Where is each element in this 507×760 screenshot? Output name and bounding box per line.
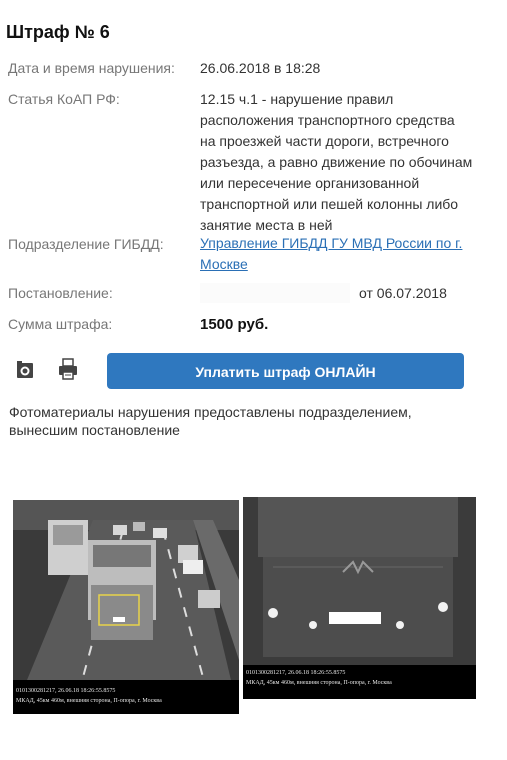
photos-note-line1: Фотоматериалы нарушения предоставлены по…: [9, 404, 412, 420]
camera-icon[interactable]: [14, 359, 36, 381]
photo2-caption-line2: МКАД, 45км 460м, внешняя сторона, П-опор…: [246, 680, 392, 686]
article-line: на проезжей части дороги, встречного: [200, 133, 449, 149]
article-value: 12.15 ч.1 - нарушение правил расположени…: [200, 89, 475, 236]
article-line: 12.15 ч.1 - нарушение правил: [200, 91, 394, 107]
amount-label: Сумма штрафа:: [8, 316, 113, 332]
photo-caption-line2: МКАД, 45км 460м, внешняя сторона, П-опор…: [16, 698, 162, 704]
article-line: или пересечение организованной: [200, 175, 420, 191]
license-plate-redacted: [329, 612, 381, 624]
article-label: Статья КоАП РФ:: [8, 91, 120, 107]
photos-note-line2: вынесшим постановление: [9, 422, 180, 438]
division-link-line2[interactable]: Москве: [200, 254, 465, 275]
resolution-date: от 06.07.2018: [359, 285, 447, 301]
article-line: расположения транспортного средства: [200, 112, 455, 128]
photo2-caption-line1: 0101300281217, 26.06.18 18:26:55.8575: [246, 670, 346, 676]
photo-caption-line1: 0101300281217, 26.06.18 18:26:55.8575: [16, 688, 116, 694]
datetime-label: Дата и время нарушения:: [8, 60, 175, 76]
division-link-line1[interactable]: Управление ГИБДД ГУ МВД России по г.: [200, 233, 465, 254]
article-line: разъезда, а равно движение по обочинам: [200, 154, 473, 170]
resolution-number-redacted: [200, 283, 350, 303]
division-link[interactable]: Управление ГИБДД ГУ МВД России по г. Мос…: [200, 233, 465, 275]
overview-photo-image: [13, 500, 239, 714]
violation-photo-overview[interactable]: 0101300281217, 26.06.18 18:26:55.8575 МК…: [13, 500, 239, 714]
datetime-value: 26.06.2018 в 18:28: [200, 60, 321, 76]
violation-photo-closeup[interactable]: 0101300281217, 26.06.18 18:26:55.8575 МК…: [243, 497, 476, 699]
photos-note: Фотоматериалы нарушения предоставлены по…: [9, 403, 449, 439]
amount-value: 1500 руб.: [200, 316, 269, 333]
article-line: транспортной или пешей колонны либо: [200, 196, 459, 212]
pay-online-button[interactable]: Уплатить штраф ОНЛАЙН: [107, 353, 464, 389]
resolution-label: Постановление:: [8, 285, 113, 301]
printer-icon[interactable]: [57, 358, 79, 380]
division-label: Подразделение ГИБДД:: [8, 236, 164, 252]
page-title: Штраф № 6: [6, 22, 110, 42]
